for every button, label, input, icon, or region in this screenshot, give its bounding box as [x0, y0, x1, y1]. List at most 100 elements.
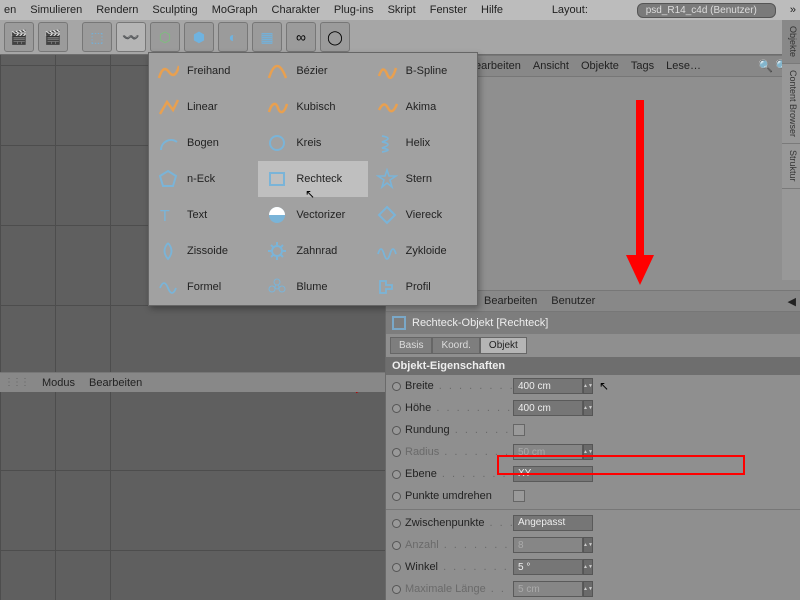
spline-helix[interactable]: Helix: [368, 125, 477, 161]
spline-label: n-Eck: [187, 173, 215, 185]
prop-hoehe: Höhe . . . . . . . . . . . ▲▼: [386, 397, 800, 419]
camera-icon[interactable]: ∞: [286, 22, 316, 52]
spline-arc[interactable]: Bogen: [149, 125, 258, 161]
freehand-icon: [157, 60, 179, 82]
spline-label: Zykloide: [406, 245, 447, 257]
prop-maxlen: Maximale Länge . . ▲▼: [386, 578, 800, 600]
spline-freehand[interactable]: Freihand: [149, 53, 258, 89]
spline-profile[interactable]: Profil: [368, 269, 477, 305]
menu-item[interactable]: Skript: [388, 4, 416, 16]
attr-menu[interactable]: Bearbeiten: [484, 295, 537, 307]
spline-akima[interactable]: Akima: [368, 89, 477, 125]
side-tab-content[interactable]: Content Browser: [782, 64, 800, 144]
spline-tool-icon[interactable]: 〰️: [116, 22, 146, 52]
flower-icon: [266, 276, 288, 298]
spline-circle[interactable]: Kreis: [258, 125, 367, 161]
spline-vector[interactable]: Vectorizer: [258, 197, 367, 233]
quad-icon: [376, 204, 398, 226]
spline-label: Akima: [406, 101, 437, 113]
spline-label: Linear: [187, 101, 218, 113]
zwischen-dropdown[interactable]: Angepasst: [513, 515, 593, 531]
winkel-input[interactable]: [513, 559, 583, 575]
text-icon: T: [157, 204, 179, 226]
spline-label: Freihand: [187, 65, 230, 77]
tab-basis[interactable]: Basis: [390, 337, 432, 354]
menu-item[interactable]: Charakter: [272, 4, 320, 16]
spinner-icon[interactable]: ▲▼: [583, 559, 593, 575]
prop-punkte: Punkte umdrehen: [386, 485, 800, 507]
spline-text[interactable]: TText: [149, 197, 258, 233]
back-arrow-icon[interactable]: ◀: [788, 295, 796, 308]
lower-panel-header: ⋮⋮⋮ Modus Bearbeiten: [0, 372, 385, 392]
rect-icon: [266, 168, 288, 190]
menu-item[interactable]: Rendern: [96, 4, 138, 16]
nurbs-icon[interactable]: ⬡: [150, 22, 180, 52]
spline-bezier[interactable]: Bézier: [258, 53, 367, 89]
spline-poly[interactable]: n-Eck: [149, 161, 258, 197]
mode-menu[interactable]: Modus: [42, 377, 75, 389]
gear-icon: [266, 240, 288, 262]
attr-menu[interactable]: Benutzer: [551, 295, 595, 307]
menu-item[interactable]: Hilfe: [481, 4, 503, 16]
spline-cycloid[interactable]: Zykloide: [368, 233, 477, 269]
menu-overflow-icon[interactable]: »: [790, 4, 796, 16]
anzahl-input: [513, 537, 583, 553]
menu-item[interactable]: Sculpting: [152, 4, 197, 16]
cube-primitive-icon[interactable]: ⬚: [82, 22, 112, 52]
tab-koord[interactable]: Koord.: [432, 337, 479, 354]
formula-icon: [157, 276, 179, 298]
menu-item[interactable]: Simulieren: [30, 4, 82, 16]
attribute-manager: ⋮⋮⋮ Modus Bearbeiten Benutzer ◀ Rechteck…: [386, 290, 800, 600]
rundung-checkbox[interactable]: [513, 424, 525, 436]
object-title: Rechteck-Objekt [Rechteck]: [412, 317, 548, 329]
spline-label: Bogen: [187, 137, 219, 149]
breite-input[interactable]: [513, 378, 583, 394]
spinner-icon[interactable]: ▲▼: [583, 400, 593, 416]
spline-label: Kubisch: [296, 101, 335, 113]
spline-cubic[interactable]: Kubisch: [258, 89, 367, 125]
spinner-icon: ▲▼: [583, 581, 593, 597]
object-title-bar: Rechteck-Objekt [Rechteck]: [386, 312, 800, 334]
prop-breite: Breite . . . . . . . . . . ▲▼ ↖: [386, 375, 800, 397]
spline-flower[interactable]: Blume: [258, 269, 367, 305]
obj-menu[interactable]: Ansicht: [533, 60, 569, 72]
obj-menu[interactable]: Lese…: [666, 60, 701, 72]
punkte-checkbox[interactable]: [513, 490, 525, 502]
tab-objekt[interactable]: Objekt: [480, 337, 527, 354]
menu-item[interactable]: Plug-ins: [334, 4, 374, 16]
light-icon[interactable]: ◯: [320, 22, 350, 52]
search-icon[interactable]: 🔍: [758, 59, 773, 73]
annotation-arrow-icon: [620, 100, 660, 290]
cubic-icon: [266, 96, 288, 118]
spline-formula[interactable]: Formel: [149, 269, 258, 305]
menu-item[interactable]: MoGraph: [212, 4, 258, 16]
spinner-icon: ▲▼: [583, 537, 593, 553]
obj-menu[interactable]: Objekte: [581, 60, 619, 72]
spline-ziss[interactable]: Zissoide: [149, 233, 258, 269]
layout-dropdown[interactable]: psd_R14_c4d (Benutzer): [637, 3, 776, 18]
spline-bspline[interactable]: B-Spline: [368, 53, 477, 89]
obj-menu[interactable]: Tags: [631, 60, 654, 72]
clapperboard-icon[interactable]: 🎬: [4, 22, 34, 52]
bezier-icon: [266, 60, 288, 82]
menu-item[interactable]: Fenster: [430, 4, 467, 16]
generator-icon[interactable]: ⬢: [184, 22, 214, 52]
cycloid-icon: [376, 240, 398, 262]
spline-linear[interactable]: Linear: [149, 89, 258, 125]
deformer-icon[interactable]: ◐: [218, 22, 248, 52]
side-tab-objekte[interactable]: Objekte: [782, 20, 800, 64]
side-tab-struktur[interactable]: Struktur: [782, 144, 800, 189]
spline-quad[interactable]: Viereck: [368, 197, 477, 233]
spline-label: Kreis: [296, 137, 321, 149]
hoehe-input[interactable]: [513, 400, 583, 416]
spline-popup: Freihand BézierB-Spline Linear Kubisch Akima…: [148, 52, 478, 306]
menu-item[interactable]: en: [4, 4, 16, 16]
spinner-icon[interactable]: ▲▼: [583, 378, 593, 394]
spline-label: Profil: [406, 281, 431, 293]
spline-gear[interactable]: Zahnrad: [258, 233, 367, 269]
helix-icon: [376, 132, 398, 154]
field-icon[interactable]: ▦: [252, 22, 282, 52]
spline-star[interactable]: Stern: [368, 161, 477, 197]
clapperboard2-icon[interactable]: 🎬: [38, 22, 68, 52]
edit-menu[interactable]: Bearbeiten: [89, 377, 142, 389]
